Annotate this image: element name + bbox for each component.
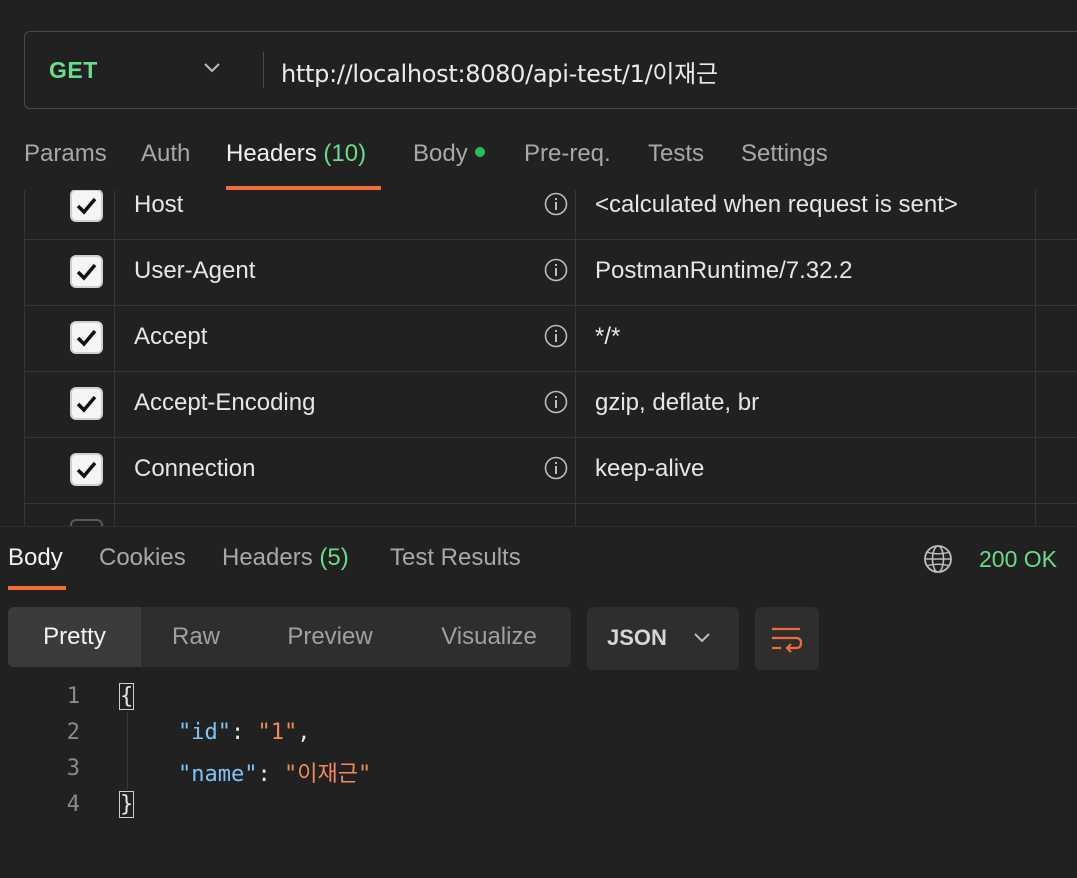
headers-count: (10) — [323, 140, 367, 167]
header-enabled-checkbox[interactable] — [70, 321, 103, 354]
line-number: 2 — [66, 720, 80, 745]
http-method-select[interactable]: GET — [49, 57, 98, 84]
view-raw[interactable]: Raw — [141, 607, 251, 667]
header-enabled-checkbox[interactable] — [70, 519, 103, 526]
table-row: Accept */* — [24, 306, 1077, 372]
header-enabled-checkbox[interactable] — [70, 255, 103, 288]
tab-params[interactable]: Params — [24, 140, 107, 168]
body-modified-dot — [474, 146, 485, 157]
wrap-lines-button[interactable] — [755, 607, 819, 670]
line-number: 3 — [66, 756, 80, 781]
format-label: JSON — [607, 625, 667, 650]
header-enabled-checkbox[interactable] — [70, 190, 103, 222]
json-string: "1" — [257, 720, 298, 745]
tab-response-headers[interactable]: Headers (5) — [222, 544, 349, 572]
format-select[interactable]: JSON — [587, 607, 739, 670]
header-key[interactable]: Host — [134, 191, 183, 219]
check-icon — [76, 263, 97, 281]
code-line: 3 "name": "이재근" — [0, 752, 600, 788]
header-key[interactable]: Accept-Encoding — [134, 389, 315, 417]
text-wrap-icon — [772, 627, 803, 653]
header-value[interactable]: */* — [595, 323, 620, 351]
tab-tests[interactable]: Tests — [648, 140, 704, 168]
check-icon — [76, 329, 97, 347]
json-comma: , — [297, 720, 311, 745]
tab-headers[interactable]: Headers (10) — [226, 140, 366, 168]
chevron-down-icon[interactable] — [202, 61, 222, 75]
header-enabled-checkbox[interactable] — [70, 387, 103, 420]
json-key: "id" — [178, 720, 231, 745]
check-icon — [76, 197, 97, 215]
url-divider — [263, 52, 264, 88]
header-key[interactable]: Accept — [134, 323, 207, 351]
tab-auth[interactable]: Auth — [141, 140, 190, 168]
header-value[interactable]: gzip, deflate, br — [595, 389, 759, 417]
line-number: 1 — [66, 684, 80, 709]
active-tab-indicator — [8, 586, 66, 590]
view-preview[interactable]: Preview — [251, 607, 409, 667]
line-number: 4 — [66, 792, 80, 817]
request-url-bar: GET http://localhost:8080/api-test/1/이재근 — [24, 31, 1077, 109]
code-line: 1 { — [0, 680, 600, 716]
json-brace: { — [118, 683, 135, 710]
header-enabled-checkbox[interactable] — [70, 453, 103, 486]
globe-icon[interactable] — [923, 544, 953, 574]
tab-cookies[interactable]: Cookies — [99, 544, 186, 572]
json-separator: : — [230, 720, 258, 745]
pane-divider[interactable] — [0, 526, 1077, 527]
code-line: 4 } — [0, 788, 600, 824]
tab-test-results[interactable]: Test Results — [390, 544, 521, 572]
json-key: "name" — [178, 762, 258, 787]
url-input[interactable]: http://localhost:8080/api-test/1/이재근 — [281, 54, 718, 89]
table-row: Accept-Encoding gzip, deflate, br — [24, 372, 1077, 438]
check-icon — [76, 461, 97, 479]
tab-pre-request[interactable]: Pre-req. — [524, 140, 611, 168]
json-string: "이재근" — [283, 762, 372, 787]
info-icon[interactable] — [544, 192, 568, 216]
chevron-down-icon — [694, 633, 710, 643]
header-value[interactable]: keep-alive — [595, 455, 704, 483]
json-separator: : — [257, 762, 284, 787]
header-value[interactable]: <calculated when request is sent> — [595, 191, 958, 219]
status-badge[interactable]: 200 OK — [979, 546, 1057, 573]
info-icon[interactable] — [544, 390, 568, 414]
table-row — [24, 504, 1077, 526]
header-key[interactable]: Connection — [134, 455, 255, 483]
info-icon[interactable] — [544, 258, 568, 282]
view-mode-selector: Pretty Raw Preview Visualize — [8, 607, 571, 667]
tab-settings[interactable]: Settings — [741, 140, 828, 168]
view-pretty[interactable]: Pretty — [8, 607, 141, 667]
table-row: Connection keep-alive — [24, 438, 1077, 504]
headers-table: Host <calculated when request is sent> U… — [24, 190, 1077, 526]
info-icon[interactable] — [544, 324, 568, 348]
code-line: 2 "id": "1", — [0, 716, 600, 752]
tab-body[interactable]: Body — [413, 140, 485, 168]
tab-response-body[interactable]: Body — [8, 544, 63, 572]
table-row: Host <calculated when request is sent> — [24, 190, 1077, 240]
view-visualize[interactable]: Visualize — [409, 607, 569, 667]
table-row: User-Agent PostmanRuntime/7.32.2 — [24, 240, 1077, 306]
header-value[interactable]: PostmanRuntime/7.32.2 — [595, 257, 852, 285]
header-key[interactable]: User-Agent — [134, 257, 255, 285]
check-icon — [76, 395, 97, 413]
json-brace: } — [118, 791, 135, 818]
response-headers-count: (5) — [319, 544, 349, 571]
info-icon[interactable] — [544, 456, 568, 480]
